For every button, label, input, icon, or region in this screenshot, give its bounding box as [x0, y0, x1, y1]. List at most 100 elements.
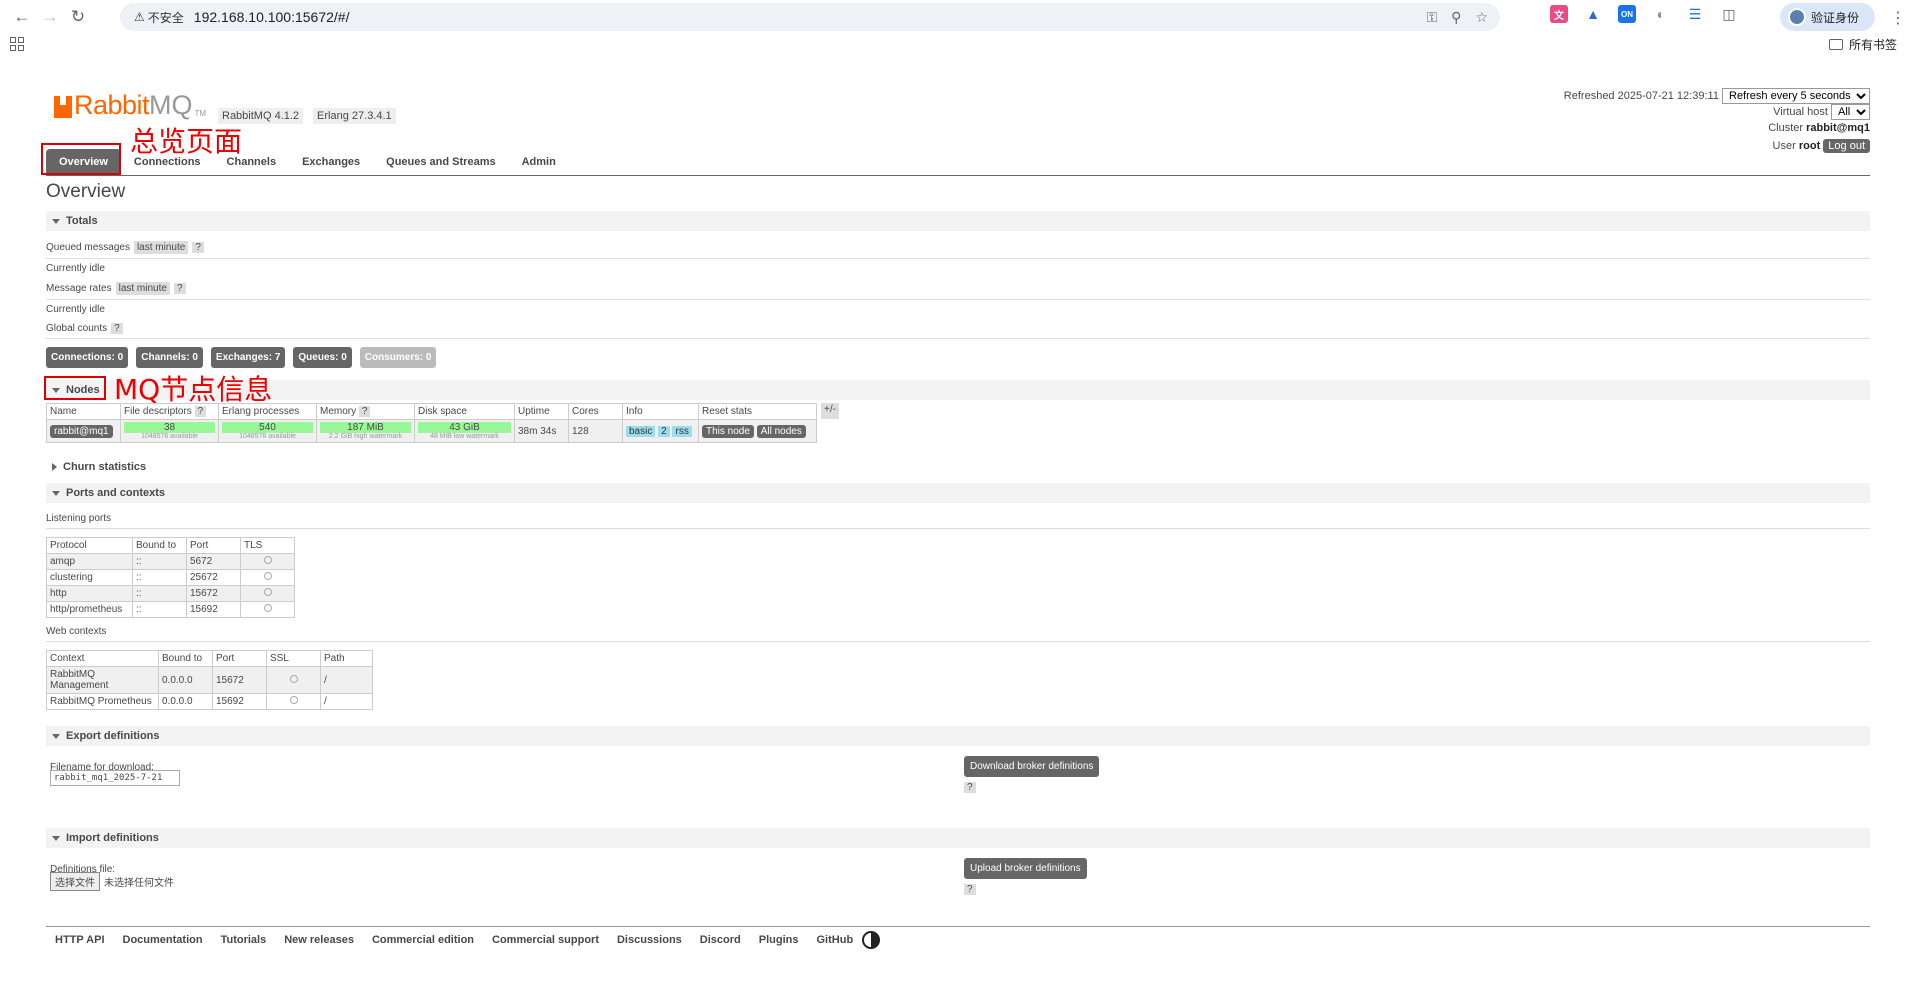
footer-link-documentation[interactable]: Documentation — [114, 934, 212, 949]
ssl-indicator — [289, 674, 298, 683]
url-text[interactable]: 192.168.10.100:15672/#/ — [194, 9, 350, 25]
browser-menu-icon[interactable]: ⋮ — [1890, 8, 1906, 28]
choose-file-button[interactable]: 选择文件 — [50, 872, 100, 891]
all-bookmarks[interactable]: 所有书签 — [1828, 36, 1897, 53]
disk-space-bar: 43 GiB — [418, 422, 511, 433]
tab-queues-and-streams[interactable]: Queues and Streams — [373, 149, 508, 175]
browser-toolbar: ← → ↻ ⚠ 不安全 192.168.10.100:15672/#/ ⚿ ⚲ … — [0, 0, 1911, 34]
footer-links: HTTP API Documentation Tutorials New rel… — [46, 926, 1870, 949]
insecure-indicator[interactable]: ⚠ 不安全 — [134, 9, 184, 26]
collapse-arrow-icon — [52, 490, 60, 496]
footer-link-http-api[interactable]: HTTP API — [46, 934, 114, 949]
export-filename-input[interactable]: rabbit_mq1_2025-7-21 — [50, 770, 180, 786]
annotation-box-overview — [41, 143, 121, 175]
section-import-definitions[interactable]: Import definitions — [46, 828, 1870, 848]
section-export-definitions[interactable]: Export definitions — [46, 726, 1870, 746]
reload-icon[interactable]: ↻ — [64, 3, 92, 31]
refreshed-time: Refreshed 2025-07-21 12:39:11 — [1563, 90, 1719, 102]
erlang-processes-bar: 540 — [222, 422, 313, 433]
rates-idle-text: Currently idle — [46, 304, 105, 315]
section-churn-statistics[interactable]: Churn statistics — [46, 457, 1870, 477]
main-tabs: Overview Connections Channels Exchanges … — [41, 143, 1870, 176]
section-totals[interactable]: Totals — [46, 211, 1870, 231]
rates-range-selector[interactable]: last minute — [115, 282, 170, 295]
virtual-host-select[interactable]: All — [1831, 104, 1870, 120]
version-info: RabbitMQ 4.1.2 Erlang 27.3.4.1 — [218, 108, 396, 124]
footer-link-plugins[interactable]: Plugins — [750, 934, 808, 949]
back-icon[interactable]: ← — [8, 3, 36, 31]
connections-count[interactable]: Connections: 0 — [46, 347, 129, 368]
forward-icon[interactable]: → — [36, 3, 64, 31]
cluster-name: rabbit@mq1 — [1806, 122, 1870, 134]
help-icon[interactable]: ? — [173, 283, 186, 294]
apps-grid-icon[interactable] — [10, 37, 24, 51]
queued-idle-text: Currently idle — [46, 263, 105, 274]
collapse-arrow-icon — [52, 218, 60, 224]
upload-definitions-button[interactable]: Upload broker definitions — [964, 858, 1087, 879]
footer-link-discord[interactable]: Discord — [691, 934, 750, 949]
table-row: RabbitMQ Management 0.0.0.0 15672/ — [46, 666, 373, 694]
section-ports-and-contexts[interactable]: Ports and contexts — [46, 483, 1870, 503]
queues-count[interactable]: Queues: 0 — [293, 347, 352, 368]
tab-admin[interactable]: Admin — [509, 149, 569, 175]
info-2: 2 — [658, 425, 670, 437]
footer-link-commercial-edition[interactable]: Commercial edition — [363, 934, 483, 949]
tls-indicator — [263, 604, 272, 612]
table-row: rabbit@mq1 38 1048576 available 540 104857… — [46, 419, 817, 443]
download-definitions-button[interactable]: Download broker definitions — [964, 756, 1100, 777]
help-icon[interactable]: ? — [964, 884, 976, 895]
channels-count[interactable]: Channels: 0 — [136, 347, 203, 368]
tls-indicator — [263, 556, 272, 564]
profile-verify-button[interactable]: 验证身份 — [1780, 3, 1875, 31]
help-icon[interactable]: ? — [111, 323, 123, 334]
refresh-interval-select[interactable]: Refresh every 5 seconds — [1722, 88, 1870, 104]
section-nodes[interactable]: Nodes MQ节点信息 — [44, 373, 1870, 406]
zoom-icon[interactable]: ⚲ — [1451, 9, 1461, 26]
ssl-indicator — [289, 696, 298, 704]
annotation-box-nodes — [44, 376, 106, 400]
memory-bar: 187 MiB — [320, 422, 411, 433]
tab-channels[interactable]: Channels — [214, 149, 290, 175]
nodes-area: Name File descriptors ? Erlang processes… — [46, 403, 1870, 443]
table-row: RabbitMQ Prometheus 0.0.0.0 15692/ — [46, 693, 373, 710]
footer-link-new-releases[interactable]: New releases — [275, 934, 363, 949]
columns-toggle-button[interactable]: +/- — [821, 403, 839, 419]
consumers-count[interactable]: Consumers: 0 — [359, 347, 437, 368]
node-name-link[interactable]: rabbit@mq1 — [50, 424, 113, 438]
reset-this-node-button[interactable]: This node — [702, 424, 754, 438]
rabbit-logo-icon — [54, 96, 72, 118]
info-basic: basic — [626, 425, 656, 437]
bookmark-star-icon[interactable]: ☆ — [1475, 9, 1488, 26]
queued-range-selector[interactable]: last minute — [133, 241, 189, 254]
nodes-table: Name File descriptors ? Erlang processes… — [46, 403, 817, 443]
reset-all-nodes-button[interactable]: All nodes — [756, 424, 806, 438]
extension-reader-icon[interactable]: ☰ — [1686, 5, 1704, 23]
file-picker: 选择文件 未选择任何文件 — [50, 872, 174, 891]
extensions-puzzle-icon[interactable]: ◫ — [1720, 5, 1738, 23]
exchanges-count[interactable]: Exchanges: 7 — [210, 347, 286, 368]
expand-arrow-icon — [52, 463, 57, 471]
table-row: http/prometheus:: 15692 — [46, 601, 295, 618]
help-icon[interactable]: ? — [358, 406, 371, 417]
footer-link-discussions[interactable]: Discussions — [608, 934, 691, 949]
address-bar[interactable]: ⚠ 不安全 192.168.10.100:15672/#/ ⚿ ⚲ ☆ — [120, 3, 1500, 31]
extension-circle-icon[interactable]: ◐ — [1652, 5, 1670, 23]
tab-exchanges[interactable]: Exchanges — [289, 149, 373, 175]
password-key-icon[interactable]: ⚿ — [1427, 9, 1438, 26]
tab-connections[interactable]: Connections — [121, 149, 214, 175]
page-title: Overview — [46, 181, 126, 202]
footer-link-commercial-support[interactable]: Commercial support — [483, 934, 608, 949]
extension-on-icon[interactable]: ON — [1618, 5, 1636, 23]
table-row: http:: 15672 — [46, 585, 295, 602]
theme-toggle-icon[interactable] — [862, 931, 881, 949]
listening-ports-label: Listening ports — [46, 509, 1870, 529]
table-row: clustering:: 25672 — [46, 569, 295, 586]
extension-graduation-icon[interactable]: ▲ — [1584, 5, 1602, 23]
help-icon[interactable]: ? — [192, 242, 204, 253]
extension-translate-icon[interactable]: 文 — [1550, 5, 1568, 23]
listening-ports-table: Protocol Bound to Port TLS amqp:: 5672 cl… — [46, 537, 295, 618]
footer-link-tutorials[interactable]: Tutorials — [212, 934, 276, 949]
uptime-value: 38m 34s — [514, 419, 569, 443]
footer-link-github[interactable]: GitHub — [808, 934, 863, 949]
help-icon[interactable]: ? — [964, 782, 976, 793]
